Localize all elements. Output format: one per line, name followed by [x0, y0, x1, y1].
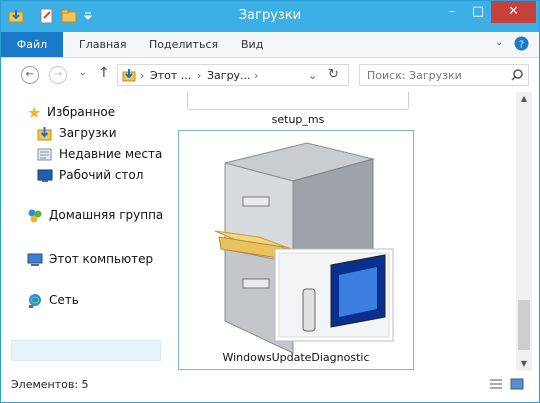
ribbon-tabs: Файл Главная Поделиться Вид ⌄ ? [1, 32, 539, 58]
up-button[interactable]: ↑ [98, 65, 110, 81]
explorer-window: Загрузки – □ ✕ Файл Главная Поделиться В… [0, 0, 540, 403]
breadcrumb-downloads[interactable]: Загру... [207, 69, 251, 82]
scrollbar-thumb[interactable] [518, 300, 530, 350]
close-button[interactable]: ✕ [491, 1, 536, 23]
recent-locations-icon[interactable]: ⌄ [79, 68, 87, 78]
refresh-icon[interactable]: ↻ [328, 67, 339, 82]
navigation-pane: ★ Избранное Загрузки Недавние места Рабо… [1, 92, 169, 371]
file-name[interactable]: setup_ms [187, 113, 409, 126]
recent-places-icon [37, 148, 52, 161]
breadcrumb-separator-icon: › [140, 69, 145, 82]
scroll-up-icon[interactable]: ▲ [516, 92, 532, 106]
tab-file[interactable]: Файл [1, 32, 63, 57]
nav-selection-highlight [11, 340, 161, 361]
forward-button[interactable]: → [49, 66, 67, 84]
network-icon [29, 294, 41, 308]
breadcrumb-separator-icon: › [197, 69, 202, 82]
details-view-icon[interactable] [489, 378, 503, 390]
status-bar: Элементов: 5 [1, 372, 539, 402]
tab-share[interactable]: Поделиться [149, 32, 218, 57]
tab-home[interactable]: Главная [79, 32, 127, 57]
star-icon: ★ [27, 103, 42, 122]
tab-view[interactable]: Вид [241, 32, 263, 57]
scroll-down-icon[interactable]: ▼ [516, 357, 532, 371]
file-item-thumbnail[interactable] [187, 92, 409, 110]
maximize-button[interactable]: □ [465, 1, 491, 23]
desktop-icon [37, 169, 53, 182]
file-view: setup_ms WindowsUpdateDiagnostic [169, 92, 516, 371]
downloads-folder-icon [37, 127, 52, 141]
help-icon[interactable]: ? [514, 36, 529, 51]
search-icon[interactable] [511, 69, 523, 81]
computer-icon [27, 253, 43, 266]
address-bar[interactable]: › Этот ... › Загру... › ⌄ ↻ [117, 64, 349, 86]
vertical-scrollbar[interactable]: ▲ ▼ [516, 92, 532, 371]
large-icons-view-icon[interactable] [510, 378, 524, 390]
homegroup-icon [28, 209, 42, 223]
downloads-folder-icon [122, 69, 136, 82]
expand-ribbon-icon[interactable]: ⌄ [495, 37, 503, 48]
svg-text:?: ? [519, 40, 524, 51]
minimize-button[interactable]: – [439, 1, 465, 23]
title-bar[interactable]: Загрузки – □ ✕ [1, 1, 539, 32]
file-name[interactable]: WindowsUpdateDiagnostic [179, 351, 413, 364]
item-count: Элементов: 5 [11, 378, 89, 391]
search-box[interactable]: Поиск: Загрузки [359, 64, 529, 86]
back-button[interactable]: ← [21, 66, 39, 84]
search-placeholder: Поиск: Загрузки [367, 69, 462, 82]
address-dropdown-icon[interactable]: ⌄ [308, 69, 317, 82]
file-cabinet-icon [214, 142, 394, 354]
file-item-selected[interactable]: WindowsUpdateDiagnostic [178, 130, 414, 370]
breadcrumb-this-pc[interactable]: Этот ... [150, 69, 191, 82]
breadcrumb-separator-icon: › [254, 69, 259, 82]
navigation-bar: ← → ⌄ ↑ › Этот ... › Загру... › ⌄ ↻ Поис… [1, 58, 539, 92]
